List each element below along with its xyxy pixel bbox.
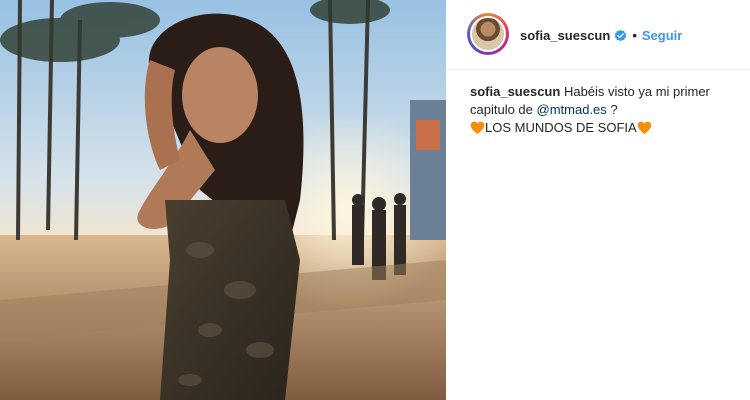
caption-text-part2: ? xyxy=(610,102,618,117)
header-text: sofia_suescun • Seguir xyxy=(520,26,682,44)
avatar-story-ring[interactable] xyxy=(467,13,509,55)
post-header: sofia_suescun • Seguir xyxy=(446,0,750,70)
post-photo-illustration xyxy=(0,0,446,400)
instagram-post: sofia_suescun • Seguir sofia_suescun Hab… xyxy=(0,0,750,400)
orange-heart-icon xyxy=(470,121,485,134)
orange-heart-icon xyxy=(637,121,652,134)
caption-mention-link[interactable]: @mtmad.es xyxy=(537,102,607,117)
caption-username[interactable]: sofia_suescun xyxy=(470,84,560,99)
caption-line2-text: LOS MUNDOS DE SOFIA xyxy=(485,120,637,135)
avatar[interactable] xyxy=(470,16,506,52)
post-photo[interactable] xyxy=(0,0,446,400)
separator-dot: • xyxy=(632,27,637,43)
follow-button[interactable]: Seguir xyxy=(642,28,682,43)
post-caption: sofia_suescun Habéis visto ya mi primer … xyxy=(470,83,736,137)
caption-line2: LOS MUNDOS DE SOFIA xyxy=(470,119,736,137)
header-username[interactable]: sofia_suescun xyxy=(520,28,610,43)
verified-badge-icon xyxy=(614,29,627,41)
post-sidebar: sofia_suescun • Seguir sofia_suescun Hab… xyxy=(446,0,750,400)
